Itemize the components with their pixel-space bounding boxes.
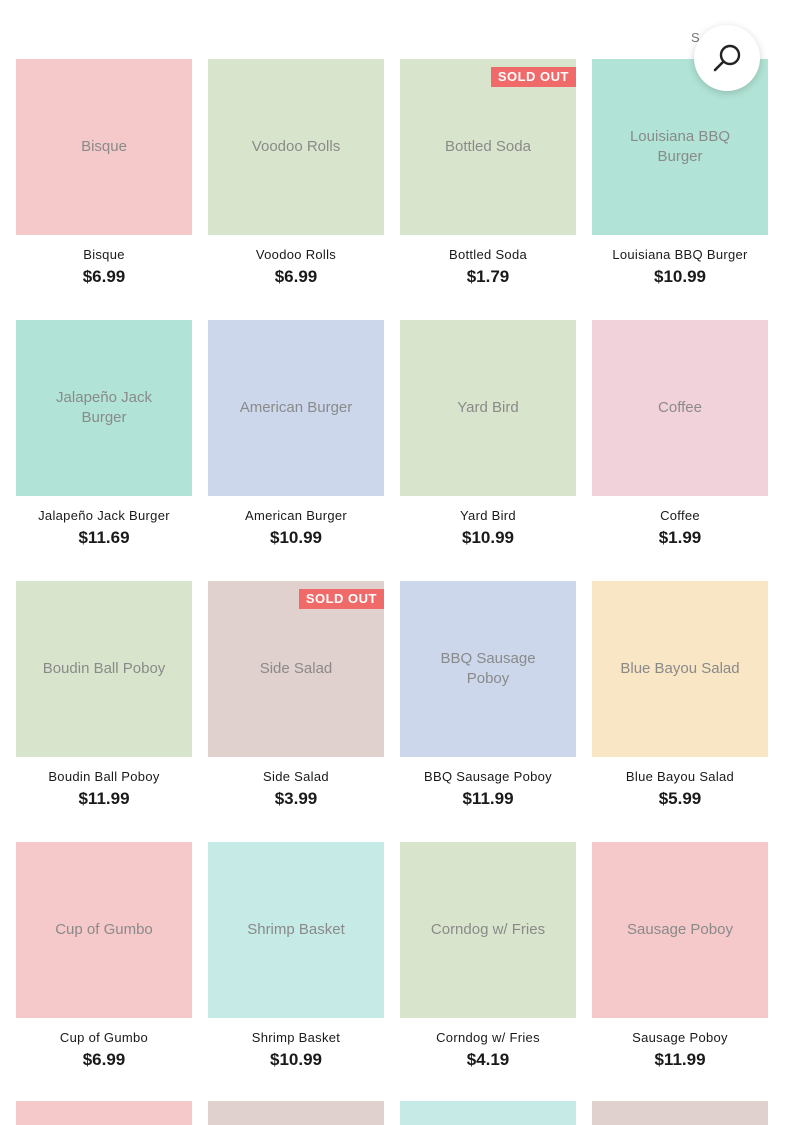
product-image-label: Blue Bayou Salad: [620, 660, 740, 677]
product-card[interactable]: Jalapeño Jack Burger Jalapeño Jack Burger…: [16, 320, 192, 581]
product-card[interactable]: Side Salad SOLD OUT Side Salad $3.99: [208, 581, 384, 842]
product-image-label: Cup of Gumbo: [55, 921, 153, 938]
search-button[interactable]: [694, 25, 760, 91]
product-image[interactable]: Shrimp Basket: [208, 842, 384, 1018]
product-image[interactable]: [208, 1101, 384, 1125]
product-price: $11.99: [78, 789, 130, 808]
product-name[interactable]: Shrimp Basket: [208, 1030, 384, 1046]
product-image[interactable]: Side Salad SOLD OUT: [208, 581, 384, 757]
product-price: $6.99: [274, 267, 318, 286]
product-image[interactable]: Voodoo Rolls: [208, 59, 384, 235]
product-name[interactable]: Jalapeño Jack Burger: [16, 508, 192, 524]
product-image[interactable]: Cup of Gumbo: [16, 842, 192, 1018]
product-price: $11.99: [654, 1050, 706, 1069]
product-price: $5.99: [658, 789, 702, 808]
product-listing-page: S Bisque Bisque $6.99 Voodoo Rolls Voodoo Ro…: [0, 0, 785, 1125]
product-image-label: Boudin Ball Poboy: [42, 660, 166, 677]
product-name[interactable]: Louisiana BBQ Burger: [592, 247, 768, 263]
product-image-label: BBQ Sausage Poboy: [440, 650, 536, 687]
product-image-label: Corndog w/ Fries: [430, 921, 546, 938]
product-card[interactable]: Shrimp Basket Shrimp Basket $10.99: [208, 842, 384, 1103]
product-card[interactable]: Blue Bayou Salad Blue Bayou Salad $5.99: [592, 581, 768, 842]
product-image[interactable]: Sausage Poboy: [592, 842, 768, 1018]
product-card[interactable]: Corndog w/ Fries Corndog w/ Fries $4.19: [400, 842, 576, 1103]
product-grid-next-row: [16, 1101, 768, 1125]
product-name[interactable]: Yard Bird: [400, 508, 576, 524]
product-image-label: Shrimp Basket: [247, 921, 345, 938]
product-image-label: Voodoo Rolls: [251, 138, 341, 155]
product-card[interactable]: Yard Bird Yard Bird $10.99: [400, 320, 576, 581]
product-name[interactable]: Voodoo Rolls: [208, 247, 384, 263]
product-image-label: Side Salad: [259, 660, 333, 677]
product-card[interactable]: Sausage Poboy Sausage Poboy $11.99: [592, 842, 768, 1103]
product-name[interactable]: Bottled Soda: [400, 247, 576, 263]
product-price: $10.99: [270, 1050, 322, 1069]
product-image[interactable]: Blue Bayou Salad: [592, 581, 768, 757]
product-card[interactable]: Voodoo Rolls Voodoo Rolls $6.99: [208, 59, 384, 320]
product-image-label: Jalapeño Jack Burger: [56, 389, 152, 426]
product-image-label: Louisiana BBQ Burger: [629, 128, 731, 165]
product-grid: Bisque Bisque $6.99 Voodoo Rolls Voodoo Roll…: [16, 59, 769, 1103]
search-icon: [713, 44, 741, 72]
product-card[interactable]: Louisiana BBQ Burger Louisiana BBQ Burger…: [592, 59, 768, 320]
product-price: $10.99: [654, 267, 706, 286]
product-card[interactable]: BBQ Sausage Poboy BBQ Sausage Poboy $11.99: [400, 581, 576, 842]
product-price: $1.99: [658, 528, 702, 547]
product-image[interactable]: Jalapeño Jack Burger: [16, 320, 192, 496]
product-price: $10.99: [462, 528, 514, 547]
product-image[interactable]: [16, 1101, 192, 1125]
product-image-label: American Burger: [239, 399, 353, 416]
product-name[interactable]: Boudin Ball Poboy: [16, 769, 192, 785]
product-name[interactable]: Sausage Poboy: [592, 1030, 768, 1046]
product-price: $1.79: [466, 267, 510, 286]
product-card[interactable]: American Burger American Burger $10.99: [208, 320, 384, 581]
product-price: $11.69: [78, 528, 130, 547]
product-image[interactable]: Coffee: [592, 320, 768, 496]
product-name[interactable]: Cup of Gumbo: [16, 1030, 192, 1046]
product-name[interactable]: Side Salad: [208, 769, 384, 785]
product-price: $11.99: [462, 789, 514, 808]
product-image-label: Sausage Poboy: [627, 921, 733, 938]
product-card[interactable]: Boudin Ball Poboy Boudin Ball Poboy $11.99: [16, 581, 192, 842]
product-name[interactable]: Coffee: [592, 508, 768, 524]
product-image[interactable]: BBQ Sausage Poboy: [400, 581, 576, 757]
product-price: $4.19: [466, 1050, 510, 1069]
product-name[interactable]: BBQ Sausage Poboy: [400, 769, 576, 785]
product-price: $10.99: [270, 528, 322, 547]
product-image[interactable]: American Burger: [208, 320, 384, 496]
product-card[interactable]: Cup of Gumbo Cup of Gumbo $6.99: [16, 842, 192, 1103]
product-image-label: Coffee: [658, 399, 702, 416]
product-image-label: Bisque: [81, 138, 127, 155]
product-image[interactable]: Bisque: [16, 59, 192, 235]
product-card[interactable]: Bottled Soda SOLD OUT Bottled Soda $1.79: [400, 59, 576, 320]
product-card[interactable]: Coffee Coffee $1.99: [592, 320, 768, 581]
product-name[interactable]: Corndog w/ Fries: [400, 1030, 576, 1046]
product-image[interactable]: Yard Bird: [400, 320, 576, 496]
product-image[interactable]: [592, 1101, 768, 1125]
product-price: $6.99: [82, 267, 126, 286]
product-image[interactable]: Corndog w/ Fries: [400, 842, 576, 1018]
sold-out-badge: SOLD OUT: [298, 589, 384, 609]
product-image[interactable]: Bottled Soda SOLD OUT: [400, 59, 576, 235]
product-name[interactable]: Blue Bayou Salad: [592, 769, 768, 785]
product-name[interactable]: Bisque: [16, 247, 192, 263]
product-image[interactable]: Boudin Ball Poboy: [16, 581, 192, 757]
product-price: $6.99: [82, 1050, 126, 1069]
product-card[interactable]: Bisque Bisque $6.99: [16, 59, 192, 320]
product-image-label: Bottled Soda: [445, 138, 531, 155]
sold-out-badge: SOLD OUT: [490, 67, 576, 87]
product-image[interactable]: [400, 1101, 576, 1125]
product-image-label: Yard Bird: [457, 399, 519, 416]
product-price: $3.99: [274, 789, 318, 808]
product-name[interactable]: American Burger: [208, 508, 384, 524]
